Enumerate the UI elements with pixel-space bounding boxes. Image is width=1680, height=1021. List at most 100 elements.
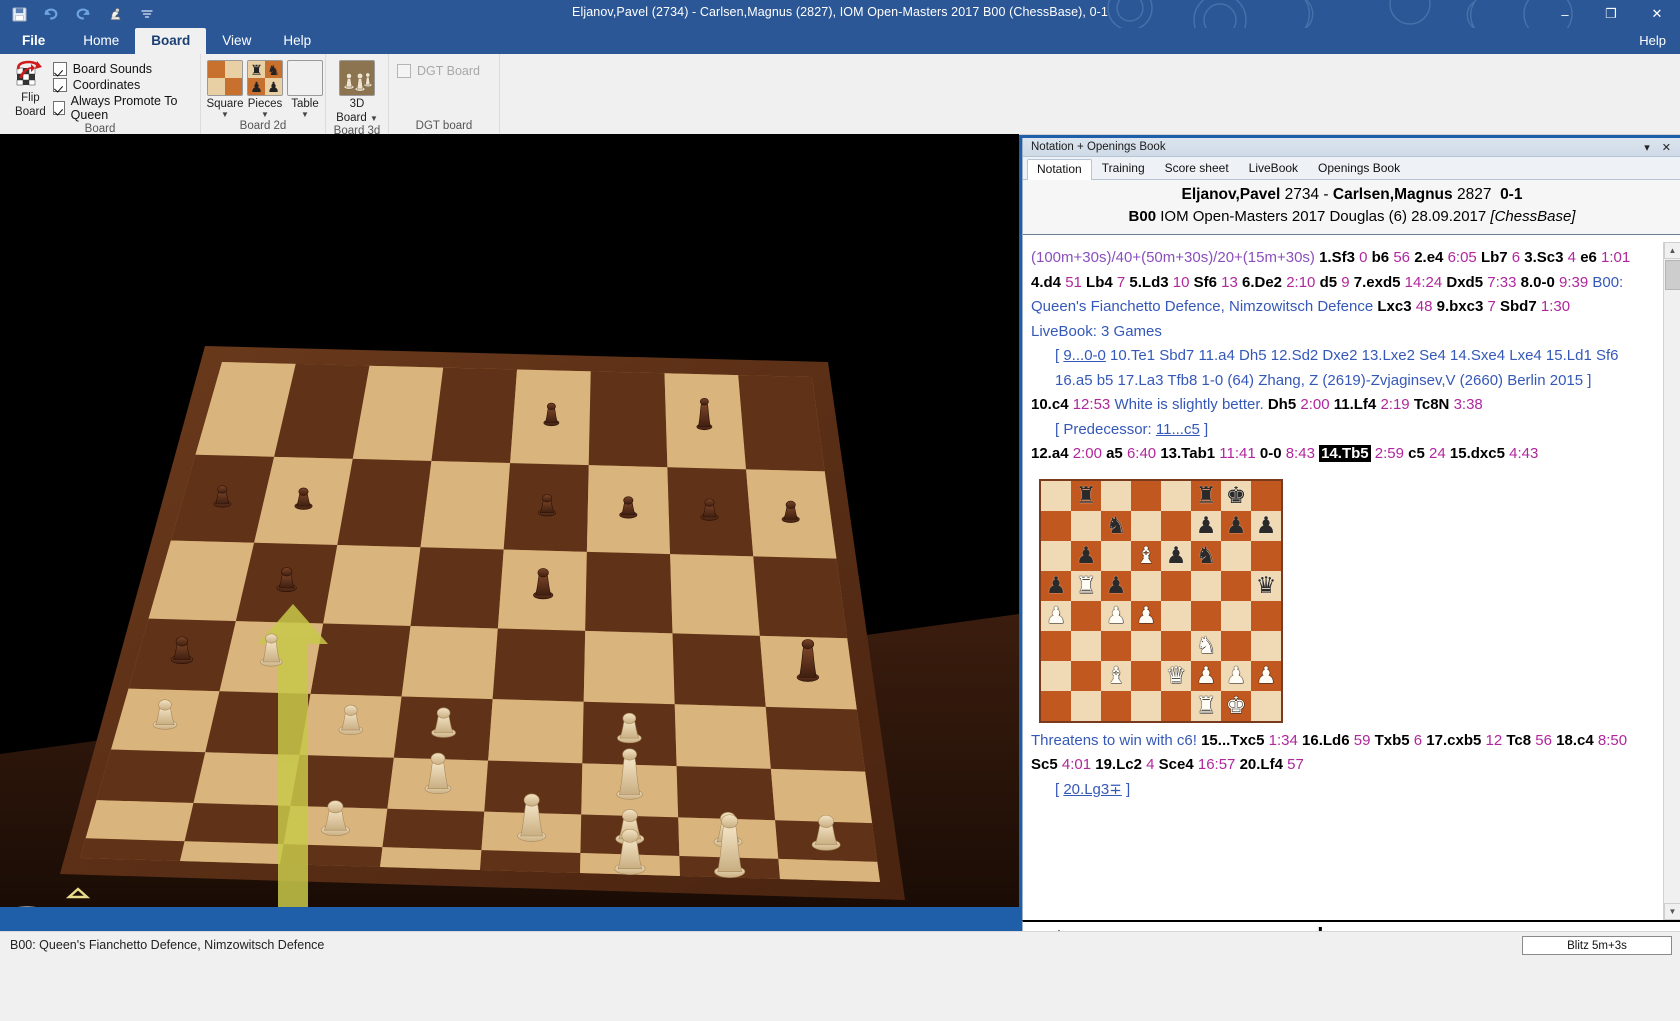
board-3d-view[interactable]: Settings Screenshot Auto fit Print 3D [0, 134, 1019, 907]
notation-move[interactable]: 3.Sc3 [1524, 249, 1563, 266]
square-style-chevron-down-icon[interactable]: ▼ [221, 111, 229, 119]
board-square[interactable] [401, 625, 498, 700]
checkbox-coordinates-box[interactable] [52, 78, 67, 92]
flip-board-button[interactable]: Flip Board [8, 58, 53, 118]
notation-move[interactable]: 14.Tb5 [1319, 445, 1371, 462]
board-square[interactable] [676, 766, 776, 821]
notation-clock[interactable]: 48 [1416, 298, 1433, 315]
notation-clock[interactable]: 3:38 [1454, 396, 1483, 413]
notation-move[interactable]: 12.a4 [1031, 445, 1069, 462]
checkbox-board-sounds-box[interactable] [52, 62, 67, 76]
table-style-chevron-down-icon[interactable]: ▼ [301, 111, 309, 119]
tab-view[interactable]: View [206, 28, 267, 54]
last-variation-line[interactable]: [ 20.Lg3∓ ] [1031, 778, 1657, 803]
notation-clock[interactable]: 4 [1568, 249, 1576, 266]
notation-comment[interactable]: White is slightly better. [1114, 396, 1263, 413]
notation-clock[interactable]: 2:00 [1300, 396, 1329, 413]
notation-clock[interactable]: 14:24 [1405, 274, 1443, 291]
notation-clock[interactable]: 6:05 [1448, 249, 1477, 266]
board-square[interactable] [672, 633, 766, 707]
notation-clock[interactable]: 4:43 [1509, 445, 1538, 462]
notation-move[interactable]: Sbd7 [1500, 298, 1537, 315]
board-square[interactable] [180, 841, 284, 864]
board-square[interactable] [488, 699, 584, 764]
notation-clock[interactable]: 9:39 [1559, 274, 1588, 291]
board-square[interactable] [670, 554, 760, 636]
board-square[interactable] [738, 375, 825, 472]
panel-menu-icon[interactable]: ▾ [1644, 141, 1650, 154]
notation-clock[interactable]: 6 [1512, 249, 1520, 266]
board-square[interactable] [588, 371, 668, 468]
board-square[interactable] [96, 749, 206, 804]
notation-clock[interactable]: 13 [1221, 274, 1238, 291]
tab-notation[interactable]: Notation [1027, 159, 1092, 180]
inline-diagram[interactable]: ♜ ♜ ♚ ♞ ♟ ♟ ♟ ♟ ♝ ♟ ♞ ♟ ♜ ♟ ♛ ♟ ♟ ♟ ♞ ♝ ♛ ♟ ♟ ♟ ♜ ♚ [1039, 478, 1283, 723]
board-square[interactable] [380, 847, 482, 870]
notation-move[interactable]: 16.Ld6 [1302, 732, 1350, 749]
notation-move[interactable]: 19.Lc2 [1095, 756, 1142, 773]
notation-clock[interactable]: 2:19 [1380, 396, 1409, 413]
notation-move[interactable]: 18.c4 [1556, 732, 1594, 749]
notation-clock[interactable]: 1:01 [1601, 249, 1630, 266]
tab-training[interactable]: Training [1092, 158, 1155, 179]
notation-clock[interactable]: 4 [1146, 756, 1154, 773]
notation-move[interactable]: 11.Lf4 [1334, 396, 1377, 413]
checkbox-always-promote-queen[interactable]: Always Promote To Queen [52, 94, 192, 122]
square-style-button[interactable]: Square ▼ [206, 58, 244, 119]
move-list-2[interactable]: 10.c4 12:53 White is slightly better. Dh… [1031, 396, 1483, 413]
notation-clock[interactable]: 59 [1354, 732, 1371, 749]
pieces-style-chevron-down-icon[interactable]: ▼ [261, 111, 269, 119]
notation-move[interactable]: 0-0 [1260, 445, 1282, 462]
notation-scrollbar[interactable]: ▲ ▼ [1663, 242, 1680, 920]
predecessor-move[interactable]: 11...c5 [1156, 421, 1200, 438]
notation-clock[interactable]: 7:33 [1487, 274, 1516, 291]
board3d-style-button[interactable]: 3D Board ▼ [334, 58, 380, 124]
variation-1[interactable]: [ 9...0-0 10.Te1 Sbd7 11.a4 Dh5 12.Sd2 D… [1031, 344, 1657, 393]
notation-move[interactable]: 13.Tab1 [1160, 445, 1215, 462]
board-square[interactable] [492, 628, 586, 702]
notation-text[interactable]: (100m+30s)/40+(50m+30s)/20+(15m+30s) 1.S… [1023, 242, 1663, 920]
last-variation-move[interactable]: 20.Lg3∓ [1063, 781, 1121, 798]
notation-move[interactable]: 5.Ld3 [1129, 274, 1168, 291]
tab-board[interactable]: Board [135, 28, 207, 54]
close-button[interactable]: ✕ [1634, 0, 1680, 28]
notation-move[interactable]: 6.De2 [1242, 274, 1282, 291]
notation-move[interactable]: c5 [1408, 445, 1425, 462]
board-square[interactable] [382, 808, 485, 851]
board-square[interactable] [420, 460, 511, 550]
scroll-thumb[interactable] [1665, 260, 1680, 290]
notation-clock[interactable]: 9 [1341, 274, 1349, 291]
notation-move[interactable]: 10.c4 [1031, 396, 1069, 413]
notation-move[interactable]: e6 [1580, 249, 1597, 266]
notation-move[interactable]: 8.0-0 [1521, 274, 1555, 291]
table-style-button[interactable]: Table ▼ [287, 58, 323, 119]
board-square[interactable] [337, 458, 432, 548]
notation-move[interactable]: 15...Txc5 [1201, 732, 1264, 749]
tab-score-sheet[interactable]: Score sheet [1155, 158, 1239, 179]
notation-move[interactable]: a5 [1106, 445, 1123, 462]
notation-clock[interactable]: 12:53 [1073, 396, 1111, 413]
board-square[interactable] [85, 800, 194, 842]
notation-move[interactable]: 17.cxb5 [1426, 732, 1481, 749]
scroll-up-button[interactable]: ▲ [1664, 242, 1680, 259]
notation-move[interactable]: 15.dxc5 [1450, 445, 1505, 462]
tab-help[interactable]: Help [267, 28, 327, 54]
board-3d-canvas[interactable] [0, 134, 1019, 907]
notation-clock[interactable]: 2:59 [1375, 445, 1404, 462]
board3d-style-chevron-down-icon[interactable]: ▼ [370, 114, 378, 123]
board-square[interactable] [80, 838, 185, 861]
notation-move[interactable]: Sc5 [1031, 756, 1058, 773]
tab-file[interactable]: File [0, 28, 67, 54]
notation-clock[interactable]: 8:43 [1286, 445, 1315, 462]
board-square[interactable] [778, 858, 880, 882]
notation-move[interactable]: Lxc3 [1377, 298, 1411, 315]
notation-block-main[interactable]: (100m+30s)/40+(50m+30s)/20+(15m+30s) 1.S… [1031, 246, 1657, 320]
board-square[interactable] [770, 768, 873, 824]
notation-clock[interactable]: 1:30 [1541, 298, 1570, 315]
notation-clock[interactable]: 7 [1117, 274, 1125, 291]
minimize-button[interactable]: – [1542, 0, 1588, 28]
board-square[interactable] [184, 803, 291, 845]
notation-move[interactable]: 1.Sf3 [1319, 249, 1355, 266]
tab-openings-book[interactable]: Openings Book [1308, 158, 1410, 179]
notation-clock[interactable]: 56 [1535, 732, 1552, 749]
